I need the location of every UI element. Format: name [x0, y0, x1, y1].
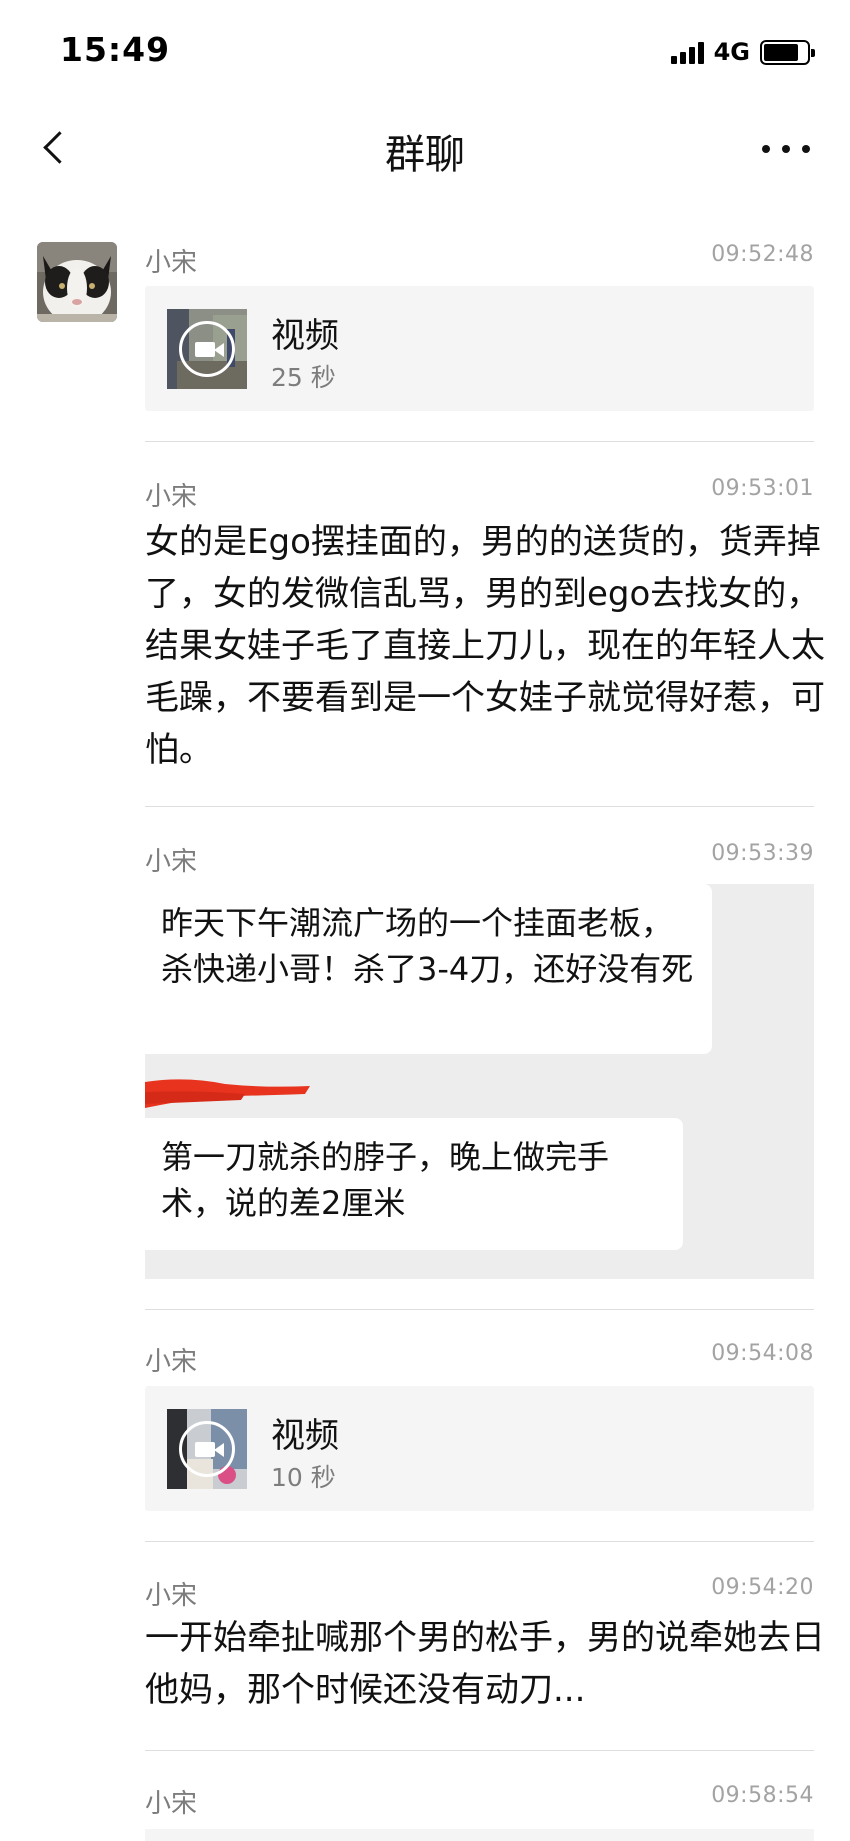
video-duration: 25 秒 [271, 363, 336, 392]
status-time: 15:49 [60, 30, 171, 69]
video-camera-icon [179, 321, 235, 377]
message-time: 09:53:01 [711, 476, 814, 501]
message-time: 09:53:39 [711, 841, 814, 866]
message-text: 一开始牵扯喊那个男的松手，男的说牵她去日他妈，那个时候还没有动刀... [145, 1618, 825, 1710]
message-item: 小宋 09:53:01 女的是Ego摆挂面的，男的的送货的，货弄掉了，女的发微信… [145, 476, 825, 770]
message-text: 女的是Ego摆挂面的，男的的送货的，货弄掉了，女的发微信乱骂，男的到ego去找女… [145, 522, 825, 770]
nav-bar: 群聊 [0, 100, 850, 200]
video-thumbnail [167, 309, 247, 389]
message-time: 09:52:48 [711, 242, 814, 267]
quoted-bubble: 昨天下午潮流广场的一个挂面老板，杀快递小哥！杀了3-4刀，还好没有死 [145, 884, 712, 1054]
battery-icon [760, 39, 815, 65]
message-item: 小宋 09:58:54 [145, 1783, 814, 1841]
video-label: 视频 [271, 316, 339, 356]
message-time: 09:58:54 [711, 1783, 814, 1808]
video-duration: 10 秒 [271, 1463, 336, 1492]
message-card-partial[interactable] [145, 1829, 814, 1841]
redaction-mark [145, 1079, 310, 1108]
sender-name: 小宋 [145, 847, 198, 877]
quoted-bubble: 第一刀就杀的脖子，晚上做完手术，说的差2厘米 [145, 1118, 683, 1250]
message-item: 小宋 09:54:20 一开始牵扯喊那个男的松手，男的说牵她去日他妈，那个时候还… [145, 1575, 825, 1710]
video-camera-icon [179, 1421, 235, 1477]
video-message-card[interactable]: 视频 10 秒 [145, 1386, 814, 1511]
network-type: 4G [713, 38, 750, 66]
message-divider [145, 1309, 814, 1310]
message-time: 09:54:20 [711, 1575, 814, 1600]
image-message[interactable]: 昨天下午潮流广场的一个挂面老板，杀快递小哥！杀了3-4刀，还好没有死 第一刀就杀… [145, 884, 814, 1279]
message-divider [145, 806, 814, 807]
message-divider [145, 1750, 814, 1751]
sender-name: 小宋 [145, 1581, 198, 1611]
signal-icon [670, 40, 704, 64]
video-message-card[interactable]: 视频 25 秒 [145, 286, 814, 411]
sender-name: 小宋 [145, 1347, 198, 1377]
page-title: 群聊 [385, 132, 465, 178]
message-item: 小宋 09:52:48 视频 25 秒 [145, 242, 814, 411]
sender-name: 小宋 [145, 248, 198, 278]
message-time: 09:54:08 [711, 1341, 814, 1366]
video-label: 视频 [271, 1416, 339, 1456]
sender-name: 小宋 [145, 1789, 198, 1819]
message-item: 小宋 09:54:08 视频 10 秒 [145, 1341, 814, 1511]
video-thumbnail [167, 1409, 247, 1489]
avatar[interactable] [37, 242, 117, 322]
message-divider [145, 1541, 814, 1542]
status-indicators: 4G [670, 34, 815, 70]
status-bar: 15:49 4G [0, 0, 850, 100]
message-divider [145, 441, 814, 442]
ellipsis-icon [762, 145, 770, 153]
sender-name: 小宋 [145, 482, 198, 512]
message-item: 小宋 09:53:39 昨天下午潮流广场的一个挂面老板，杀快递小哥！杀了3-4刀… [145, 841, 814, 1279]
more-button[interactable] [762, 136, 810, 162]
